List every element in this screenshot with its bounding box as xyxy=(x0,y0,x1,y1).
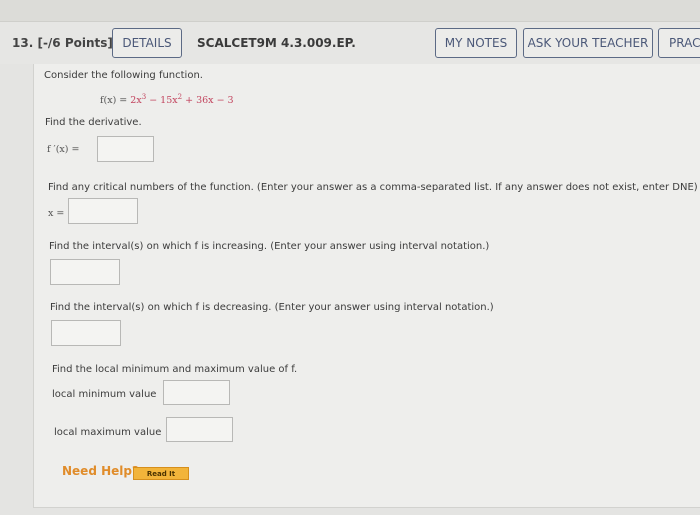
operator-2: + xyxy=(182,95,197,107)
question-number-points: 13. [-/6 Points] xyxy=(12,36,113,50)
question-header: 13. [-/6 Points] DETAILS SCALCET9M 4.3.0… xyxy=(0,22,700,64)
derivative-label: f ′(x) = xyxy=(47,144,80,155)
critical-numbers-input[interactable] xyxy=(68,198,138,224)
details-button[interactable]: DETAILS xyxy=(112,28,182,58)
function-rhs: 2x3 − 15x2 + 36x − 3 xyxy=(130,93,234,107)
local-max-label: local maximum value xyxy=(54,427,162,438)
function-lhs: f(x) = xyxy=(100,95,131,107)
term-1: 2x xyxy=(130,95,142,107)
my-notes-button[interactable]: MY NOTES xyxy=(435,28,517,58)
function-expression: f(x) = 2x3 − 15x2 + 36x − 3 xyxy=(100,93,234,106)
extrema-prompt: Find the local minimum and maximum value… xyxy=(52,364,298,375)
term-3: 36x xyxy=(196,95,214,107)
increasing-prompt: Find the interval(s) on which f is incre… xyxy=(49,241,490,252)
increasing-interval-input[interactable] xyxy=(50,259,120,285)
read-it-button[interactable]: Read It xyxy=(133,467,189,480)
local-min-label: local minimum value xyxy=(52,389,157,400)
term-4: 3 xyxy=(227,95,234,107)
decreasing-prompt: Find the interval(s) on which f is decre… xyxy=(50,302,494,313)
local-max-input[interactable] xyxy=(166,417,233,442)
ask-your-teacher-button[interactable]: ASK YOUR TEACHER xyxy=(523,28,653,58)
need-help-label: Need Help? xyxy=(62,464,139,478)
question-panel: Consider the following function. f(x) = … xyxy=(33,64,700,508)
local-min-input[interactable] xyxy=(163,380,230,405)
term-2: 15x xyxy=(160,95,178,107)
derivative-prompt: Find the derivative. xyxy=(45,117,142,128)
points-label: [-/6 Points] xyxy=(37,36,113,50)
critical-numbers-prompt: Find any critical numbers of the functio… xyxy=(48,182,698,193)
intro-text: Consider the following function. xyxy=(44,70,203,81)
critical-numbers-label: x = xyxy=(48,208,65,219)
decreasing-interval-input[interactable] xyxy=(51,320,121,346)
derivative-input[interactable] xyxy=(97,136,154,162)
operator-3: − xyxy=(213,95,228,107)
problem-code: SCALCET9M 4.3.009.EP. xyxy=(197,36,356,50)
top-strip xyxy=(0,0,700,22)
question-number: 13. xyxy=(12,36,34,50)
operator-1: − xyxy=(146,95,161,107)
practice-another-button[interactable]: PRAC xyxy=(658,28,700,58)
